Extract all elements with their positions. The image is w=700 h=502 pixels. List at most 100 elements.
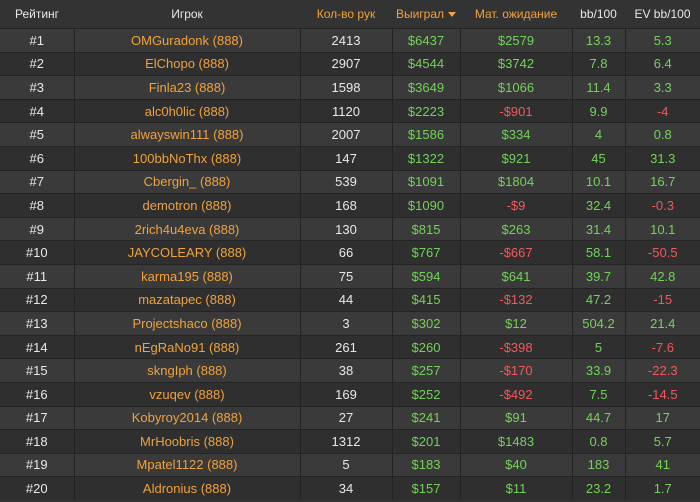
evbb100-cell: -0.3 — [624, 193, 700, 218]
evbb100-cell: 5.3 — [624, 28, 700, 53]
table-header: Рейтинг Игрок Кол-во рук Выиграл Мат. ож… — [0, 0, 700, 29]
header-won-sort[interactable]: Выиграл — [392, 0, 460, 29]
won-cell: $241 — [391, 405, 460, 430]
rank-cell: #10 — [0, 240, 74, 265]
won-cell: $1586 — [391, 122, 460, 147]
rank-cell: #1 — [0, 28, 74, 53]
player-name-link[interactable]: 2rich4u4eva (888) — [73, 216, 300, 241]
rank-cell: #12 — [0, 287, 74, 312]
ev-cell: $2579 — [459, 28, 572, 53]
won-cell: $1090 — [391, 193, 460, 218]
player-name-link[interactable]: 100bbNoThx (888) — [73, 145, 300, 171]
player-name-link[interactable]: Projectshaco (888) — [73, 311, 300, 336]
ev-cell: $334 — [459, 122, 572, 147]
evbb100-cell: -22.3 — [624, 358, 700, 383]
ev-cell: $263 — [459, 216, 572, 241]
table-row: #7 Cbergin_ (888) 539 $1091 $1804 10.1 16.7 — [0, 169, 700, 194]
ev-cell: $1066 — [459, 75, 572, 100]
hands-cell: 147 — [299, 145, 392, 171]
bb100-cell: 9.9 — [571, 98, 625, 123]
rank-cell: #7 — [0, 169, 74, 194]
ev-cell: -$901 — [459, 98, 572, 123]
ev-cell: -$398 — [459, 334, 572, 359]
hands-cell: 44 — [299, 287, 392, 312]
hands-cell: 168 — [299, 193, 392, 218]
table-row: #16 vzuqev (888) 169 $252 -$492 7.5 -14.5 — [0, 381, 700, 406]
player-name-link[interactable]: Cbergin_ (888) — [73, 169, 300, 194]
player-name-link[interactable]: JAYCOLEARY (888) — [73, 240, 300, 265]
ev-cell: $11 — [459, 476, 572, 500]
header-hands-sort[interactable]: Кол-во рук — [300, 0, 392, 29]
bb100-cell: 58.1 — [571, 240, 625, 265]
bb100-cell: 5 — [571, 334, 625, 359]
ev-cell: $1804 — [459, 169, 572, 194]
bb100-cell: 7.8 — [571, 51, 625, 76]
bb100-cell: 47.2 — [571, 287, 625, 312]
won-cell: $260 — [391, 334, 460, 359]
bb100-cell: 7.5 — [571, 381, 625, 406]
ev-cell: -$170 — [459, 358, 572, 383]
won-cell: $415 — [391, 287, 460, 312]
player-name-link[interactable]: Mpatel1122 (888) — [73, 452, 300, 477]
won-cell: $767 — [391, 240, 460, 265]
evbb100-cell: -7.6 — [624, 334, 700, 359]
rank-cell: #6 — [0, 145, 74, 171]
table-row: #10 JAYCOLEARY (888) 66 $767 -$667 58.1 -50.5 — [0, 240, 700, 265]
table-row: #4 alc0h0lic (888) 1120 $2223 -$901 9.9 -4 — [0, 98, 700, 123]
table-row: #8 demotron (888) 168 $1090 -$9 32.4 -0.3 — [0, 193, 700, 218]
player-name-link[interactable]: demotron (888) — [73, 193, 300, 218]
rank-cell: #17 — [0, 405, 74, 430]
hands-cell: 66 — [299, 240, 392, 265]
player-name-link[interactable]: mazatapec (888) — [73, 287, 300, 312]
player-name-link[interactable]: ElChopo (888) — [73, 51, 300, 76]
bb100-cell: 33.9 — [571, 358, 625, 383]
table-body: #1 OMGuradonk (888) 2413 $6437 $2579 13.3 5.3 #… — [0, 28, 700, 500]
header-rank: Рейтинг — [14, 7, 60, 21]
player-name-link[interactable]: MrHoobris (888) — [73, 429, 300, 454]
header-evbb100: EV bb/100 — [634, 7, 691, 21]
evbb100-cell: 42.8 — [624, 263, 700, 289]
table-row: #15 skngIph (888) 38 $257 -$170 33.9 -22.3 — [0, 358, 700, 383]
evbb100-cell: -50.5 — [624, 240, 700, 265]
ev-cell: -$132 — [459, 287, 572, 312]
table-row: #6 100bbNoThx (888) 147 $1322 $921 45 31.3 — [0, 145, 700, 171]
rank-cell: #9 — [0, 216, 74, 241]
evbb100-cell: 17 — [624, 405, 700, 430]
evbb100-cell: 0.8 — [624, 122, 700, 147]
ev-cell: $91 — [459, 405, 572, 430]
rank-cell: #19 — [0, 452, 74, 477]
hands-cell: 27 — [299, 405, 392, 430]
won-cell: $594 — [391, 263, 460, 289]
evbb100-cell: 21.4 — [624, 311, 700, 336]
ev-cell: $40 — [459, 452, 572, 477]
evbb100-cell: -15 — [624, 287, 700, 312]
player-name-link[interactable]: karma195 (888) — [73, 263, 300, 289]
won-cell: $1091 — [391, 169, 460, 194]
hands-cell: 34 — [299, 476, 392, 500]
bb100-cell: 39.7 — [571, 263, 625, 289]
player-name-link[interactable]: Aldronius (888) — [73, 476, 300, 500]
player-name-link[interactable]: nEgRaNo91 (888) — [73, 334, 300, 359]
rank-cell: #20 — [0, 476, 74, 500]
table-row: #2 ElChopo (888) 2907 $4544 $3742 7.8 6.4 — [0, 51, 700, 76]
hands-cell: 2907 — [299, 51, 392, 76]
player-name-link[interactable]: OMGuradonk (888) — [73, 28, 300, 53]
hands-cell: 2413 — [299, 28, 392, 53]
won-cell: $1322 — [391, 145, 460, 171]
header-ev-sort[interactable]: Мат. ожидание — [460, 0, 572, 29]
player-name-link[interactable]: alwayswin111 (888) — [73, 122, 300, 147]
hands-cell: 1120 — [299, 98, 392, 123]
header-bb100: bb/100 — [580, 7, 617, 21]
won-cell: $2223 — [391, 98, 460, 123]
player-name-link[interactable]: Kobyroy2014 (888) — [73, 405, 300, 430]
evbb100-cell: 1.7 — [624, 476, 700, 500]
player-name-link[interactable]: vzuqev (888) — [73, 381, 300, 406]
evbb100-cell: 3.3 — [624, 75, 700, 100]
evbb100-cell: 31.3 — [624, 145, 700, 171]
hands-cell: 1312 — [299, 429, 392, 454]
player-name-link[interactable]: alc0h0lic (888) — [73, 98, 300, 123]
player-name-link[interactable]: Finla23 (888) — [73, 75, 300, 100]
hands-cell: 5 — [299, 452, 392, 477]
player-name-link[interactable]: skngIph (888) — [73, 358, 300, 383]
bb100-cell: 44.7 — [571, 405, 625, 430]
